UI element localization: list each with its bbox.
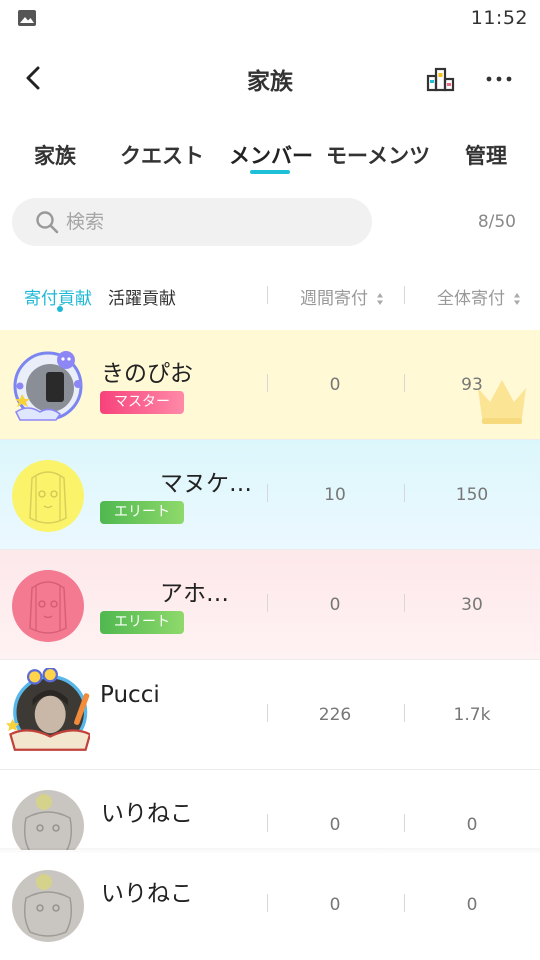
member-name: アホ… [160,581,229,607]
sort-arrows-icon [514,293,521,305]
column-divider [267,374,268,392]
column-divider [404,374,405,392]
column-divider [267,484,268,502]
column-divider [267,594,268,612]
column-weekly-header[interactable]: 週間寄付 [300,284,384,309]
total-donation: 93 [461,375,483,395]
column-divider [404,704,405,722]
status-time: 11:52 [470,7,528,29]
column-divider [267,286,268,304]
role-badge: エリート [100,501,184,524]
weekly-donation: 226 [318,705,352,725]
active-tab-indicator [250,170,290,174]
back-arrow-icon [26,66,40,90]
tab-members[interactable]: メンバー [229,140,313,170]
total-donation: 30 [461,595,483,615]
total-donation: 1.7k [453,705,491,725]
search-row: 8/50 [0,198,540,246]
member-name: いりねこ [101,881,193,907]
image-icon [18,10,36,26]
column-divider [267,704,268,722]
column-divider [404,894,405,912]
total-donation: 150 [455,485,489,505]
member-name: Pucci [100,682,160,708]
column-divider [404,484,405,502]
tab-quest[interactable]: クエスト [120,140,204,170]
column-total-header[interactable]: 全体寄付 [437,284,521,309]
avatar [13,351,83,421]
member-name: きのぴお [101,361,193,387]
ranking-podium-icon [426,67,455,92]
list-divider-shadow [0,848,540,854]
column-divider [267,814,268,832]
weekly-donation: 0 [329,375,341,395]
tab-moments[interactable]: モーメンツ [326,140,430,170]
weekly-donation: 0 [329,595,341,615]
column-divider [404,814,405,832]
member-row[interactable]: Pucci 226 1.7k [0,660,540,770]
weekly-donation: 0 [329,895,341,915]
role-badge: マスター [100,391,184,414]
column-divider [404,594,405,612]
avatar [12,870,84,942]
total-donation: 0 [466,815,478,835]
member-list: きのぴお マスター 0 93 マヌケ… エリート 10 150 アホ… エリート… [0,330,540,960]
member-row[interactable]: アホ… エリート 0 30 [0,550,540,660]
tab-family[interactable]: 家族 [34,140,76,170]
weekly-donation: 0 [329,815,341,835]
member-name: マヌケ… [160,471,252,497]
search-input[interactable] [66,198,356,246]
more-button[interactable] [482,64,516,94]
sort-row: 寄付貢献 活躍貢献 週間寄付 全体寄付 [0,268,540,320]
member-count: 8/50 [477,212,516,232]
column-divider [404,286,405,304]
column-divider [267,894,268,912]
ranking-button[interactable] [424,64,458,94]
role-badge: エリート [100,611,184,634]
total-donation: 0 [466,895,478,915]
sort-tab-activity[interactable]: 活躍貢献 [108,284,176,309]
avatar [12,570,84,642]
sort-arrows-icon [377,293,384,305]
member-row[interactable]: マヌケ… エリート 10 150 [0,440,540,550]
status-bar: 11:52 [0,0,540,36]
avatar [12,460,84,532]
member-name: いりねこ [101,801,193,827]
avatar [6,668,90,751]
more-dots-icon [486,76,512,82]
tab-manage[interactable]: 管理 [465,140,507,170]
page-title: 家族 [247,69,293,95]
member-row[interactable]: きのぴお マスター 0 93 [0,330,540,440]
weekly-donation: 10 [324,485,346,505]
active-sort-dot [57,306,63,312]
search-icon [36,211,59,234]
column-weekly-label: 週間寄付 [300,289,368,309]
tab-bar: 家族 クエスト メンバー モーメンツ 管理 [0,132,540,182]
member-row[interactable]: いりねこ 0 0 [0,850,540,960]
app-header: 家族 [0,40,540,116]
search-bar[interactable] [12,198,372,246]
column-total-label: 全体寄付 [437,289,505,309]
back-button[interactable] [18,60,50,96]
